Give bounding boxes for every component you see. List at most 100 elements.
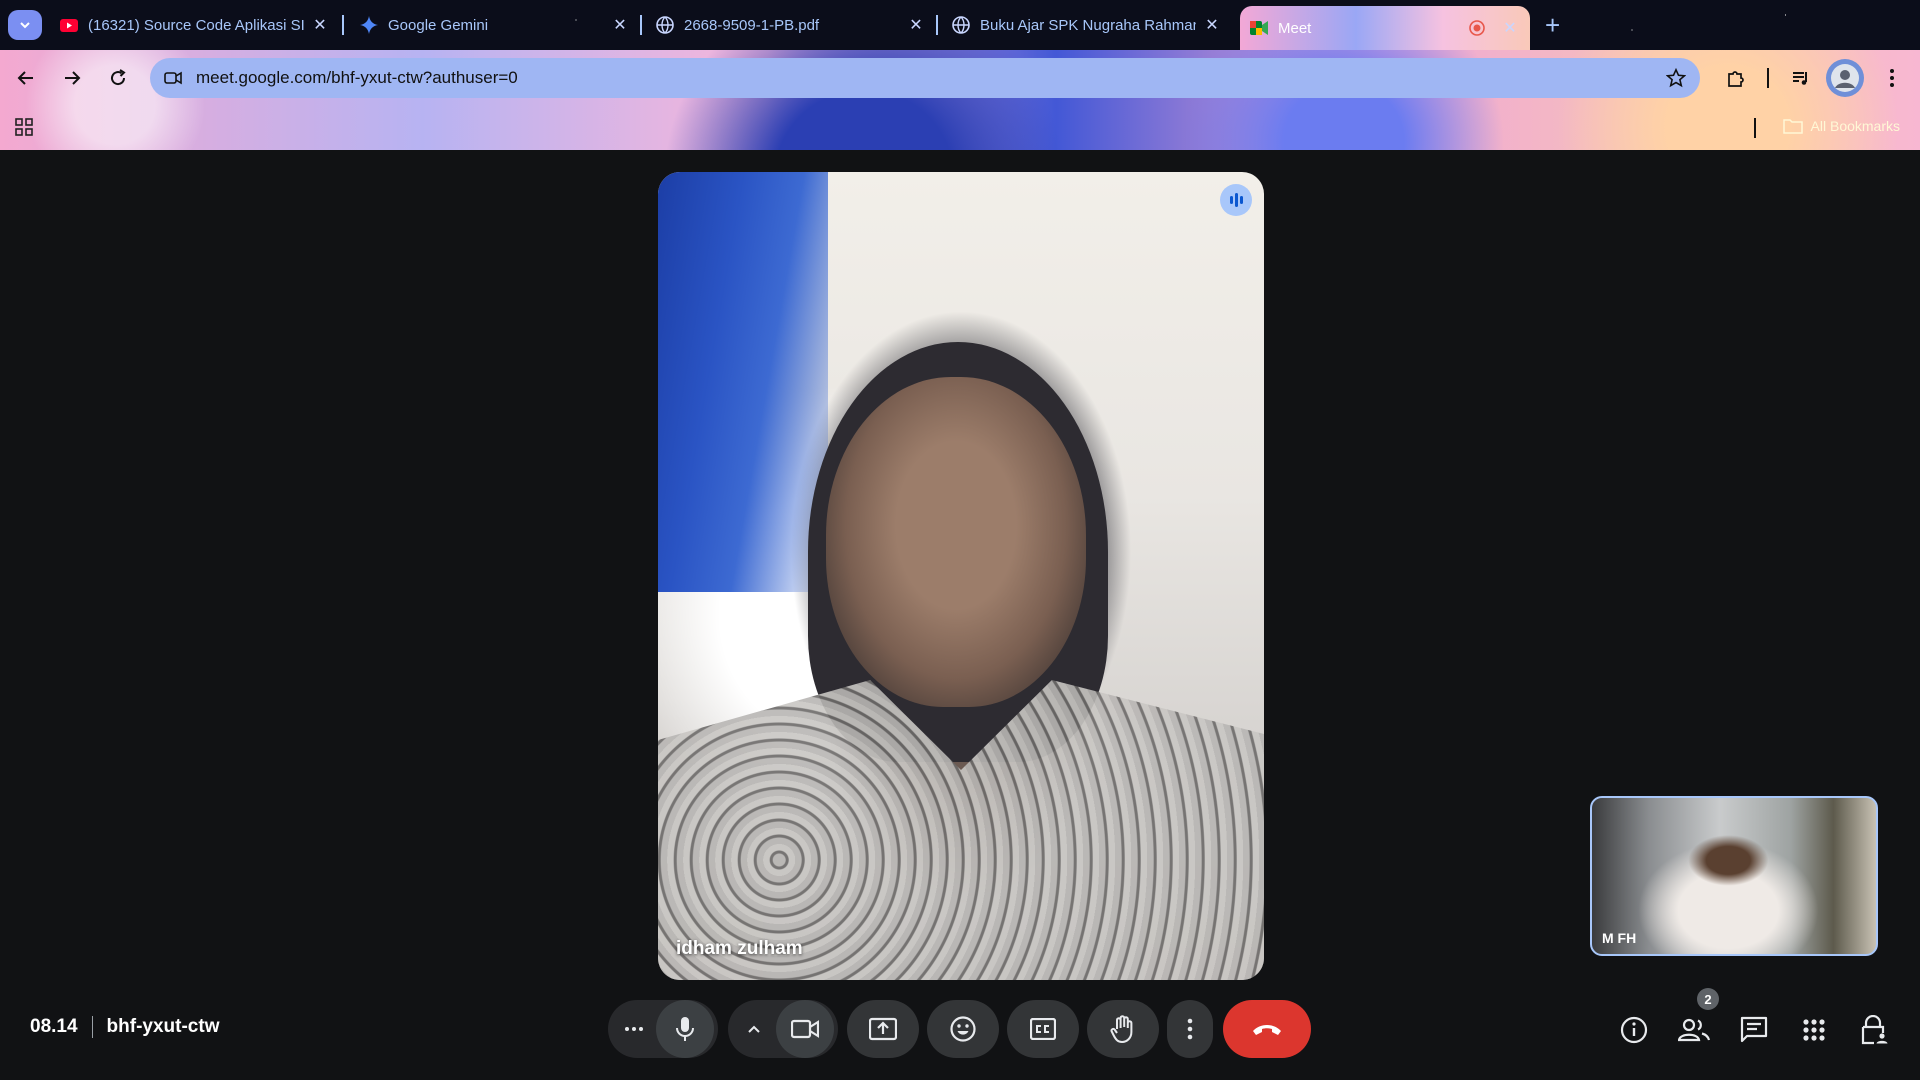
arrow-left-icon (17, 71, 33, 85)
participant-name: idham zulham (676, 938, 803, 959)
bookmark-star-icon[interactable] (1666, 68, 1686, 88)
globe-icon (952, 16, 970, 34)
forward-button[interactable] (58, 64, 86, 92)
extensions-button[interactable] (1722, 64, 1750, 92)
people-button[interactable] (1678, 1014, 1710, 1046)
bookmarks-divider (1754, 118, 1756, 138)
toolbar-divider (1767, 68, 1769, 88)
tab-title: Google Gemini (388, 16, 489, 34)
profile-avatar[interactable] (1826, 59, 1864, 97)
close-tab-icon[interactable]: ✕ (906, 15, 926, 35)
all-bookmarks-button[interactable]: All Bookmarks (1782, 118, 1900, 134)
meeting-info: 08.14 bhf-yxut-ctw (30, 1016, 219, 1038)
self-view-tile[interactable]: M FH (1590, 796, 1878, 956)
close-tab-icon[interactable]: ✕ (310, 15, 330, 35)
globe-icon (656, 16, 674, 34)
tab-buku-ajar[interactable]: Buku Ajar SPK Nugraha Rahman ✕ (942, 8, 1232, 42)
microphone-control-group (608, 1000, 718, 1058)
microphone-button[interactable] (656, 1000, 714, 1058)
closed-caption-icon (1030, 1018, 1056, 1040)
tab-strip: (16321) Source Code Aplikasi SI ✕ Google… (0, 0, 1920, 50)
media-controls-button[interactable] (1787, 64, 1815, 92)
browser-menu-button[interactable] (1878, 64, 1906, 92)
folder-icon (1782, 119, 1803, 134)
browser-toolbar: meet.google.com/bhf-yxut-ctw?authuser=0 (0, 50, 1920, 106)
camera-button[interactable] (776, 1000, 834, 1058)
tab-pdf[interactable]: 2668-9509-1-PB.pdf ✕ (646, 8, 936, 42)
microphone-icon (676, 1017, 694, 1041)
current-time: 08.14 (30, 1016, 78, 1037)
puzzle-icon (1728, 71, 1744, 87)
video-settings-button[interactable] (732, 1024, 776, 1034)
avatar-icon (1831, 64, 1859, 92)
main-participant-tile[interactable]: idham zulham (658, 172, 1264, 980)
back-button[interactable] (12, 64, 40, 92)
meeting-code: bhf-yxut-ctw (106, 1016, 220, 1037)
more-options-button[interactable] (1167, 1000, 1213, 1058)
tab-meet[interactable]: Meet ✕ (1240, 6, 1530, 50)
tab-divider (342, 15, 344, 35)
audio-settings-button[interactable] (612, 1026, 656, 1032)
youtube-icon (60, 16, 78, 34)
more-horiz-icon (625, 1027, 643, 1031)
apps-grid-icon[interactable] (14, 117, 34, 137)
participant-face (826, 377, 1086, 707)
tab-title: 2668-9509-1-PB.pdf (684, 16, 820, 34)
tab-title: (16321) Source Code Aplikasi SI (88, 16, 304, 34)
camera-control-group (728, 1000, 838, 1058)
site-info-icon[interactable] (164, 70, 182, 86)
tab-divider (936, 15, 938, 35)
hand-icon (1110, 1015, 1133, 1043)
chat-button[interactable] (1738, 1014, 1770, 1046)
leave-call-button[interactable] (1223, 1000, 1311, 1058)
self-participant-name: M FH (1602, 930, 1637, 946)
meet-stage: idham zulham M FH (0, 150, 1920, 1080)
close-tab-icon[interactable]: ✕ (1202, 15, 1222, 35)
more-vert-icon (1890, 69, 1894, 87)
tab-title: Buku Ajar SPK Nugraha Rahman (980, 16, 1196, 34)
host-controls-button[interactable] (1858, 1014, 1890, 1046)
close-tab-icon[interactable]: ✕ (610, 15, 630, 35)
tab-gemini[interactable]: Google Gemini ✕ (350, 8, 640, 42)
playlist-icon (1793, 72, 1807, 85)
activities-button[interactable] (1798, 1014, 1830, 1046)
reactions-button[interactable] (927, 1000, 999, 1058)
url-text[interactable]: meet.google.com/bhf-yxut-ctw?authuser=0 (196, 68, 518, 88)
videocam-icon (791, 1019, 819, 1039)
raise-hand-button[interactable] (1087, 1000, 1159, 1058)
emoji-icon (950, 1016, 976, 1042)
all-bookmarks-label: All Bookmarks (1810, 118, 1900, 134)
meet-control-bar: 08.14 bhf-yxut-ctw 2 (0, 978, 1920, 1080)
video-background (658, 172, 828, 592)
tab-title: Meet (1278, 19, 1312, 37)
lock-person-icon (1861, 1015, 1888, 1045)
chevron-up-icon (748, 1025, 760, 1033)
recording-icon (1468, 19, 1486, 37)
chevron-down-icon (20, 22, 30, 29)
meeting-details-button[interactable] (1618, 1014, 1650, 1046)
tab-divider (640, 15, 642, 35)
browser-chrome: (16321) Source Code Aplikasi SI ✕ Google… (0, 0, 1920, 150)
tab-youtube[interactable]: (16321) Source Code Aplikasi SI ✕ (50, 8, 340, 42)
captions-button[interactable] (1007, 1000, 1079, 1058)
tab-search-button[interactable] (8, 10, 42, 40)
new-tab-button[interactable]: + (1545, 10, 1560, 41)
present-to-all-icon (869, 1017, 897, 1041)
reload-icon (111, 69, 126, 86)
reload-button[interactable] (104, 64, 132, 92)
call-end-icon (1253, 1025, 1281, 1035)
apps-icon (1803, 1019, 1825, 1041)
more-vert-icon (1187, 1018, 1193, 1040)
speaking-indicator-icon (1220, 184, 1252, 216)
info-divider (91, 1016, 93, 1038)
info-icon (1620, 1016, 1648, 1044)
participant-count-badge: 2 (1697, 988, 1719, 1010)
arrow-right-icon (65, 71, 81, 85)
close-tab-icon[interactable]: ✕ (1500, 18, 1520, 38)
bookmarks-bar: All Bookmarks (0, 106, 1920, 150)
address-bar[interactable]: meet.google.com/bhf-yxut-ctw?authuser=0 (150, 58, 1700, 98)
gemini-icon (360, 16, 378, 34)
present-screen-button[interactable] (847, 1000, 919, 1058)
people-icon (1678, 1018, 1710, 1042)
chat-icon (1740, 1016, 1768, 1043)
